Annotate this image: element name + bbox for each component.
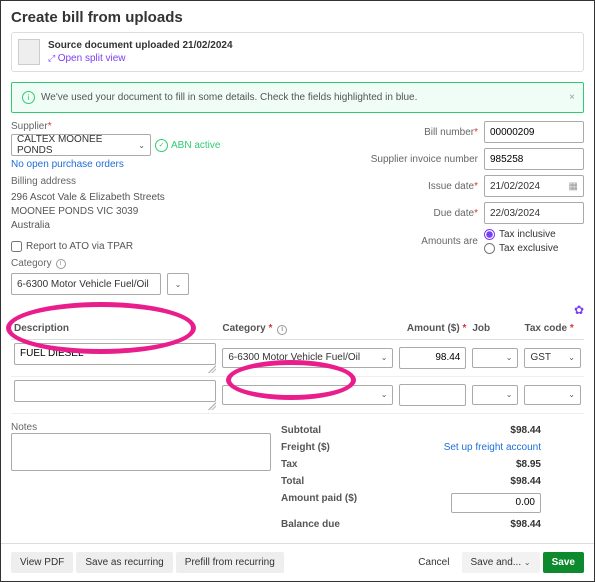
- addr-line: Australia: [11, 219, 344, 233]
- chevron-down-icon: ⌄: [381, 390, 388, 399]
- amount-input[interactable]: [399, 384, 466, 406]
- chevron-down-icon: ⌄: [381, 353, 388, 362]
- notes-label: Notes: [11, 422, 271, 433]
- issue-date-label: Issue date: [364, 181, 478, 192]
- cancel-button[interactable]: Cancel: [409, 552, 458, 573]
- tax-inclusive-label: Tax inclusive: [499, 229, 556, 240]
- view-pdf-button[interactable]: View PDF: [11, 552, 73, 573]
- tpar-checkbox[interactable]: Report to ATO via TPAR: [11, 241, 344, 252]
- tax-value: GST: [530, 352, 551, 363]
- chevron-down-icon: ⌄: [506, 353, 513, 362]
- chevron-down-icon: ⌄: [524, 558, 531, 567]
- job-select[interactable]: ⌄: [472, 385, 518, 405]
- supplier-select[interactable]: CALTEX MOONEE PONDS ⌄: [11, 134, 151, 156]
- save-as-recurring-button[interactable]: Save as recurring: [76, 552, 172, 573]
- chevron-down-icon: ⌄: [175, 280, 182, 289]
- tax-inclusive-radio[interactable]: Tax inclusive: [484, 229, 584, 240]
- issue-date-input[interactable]: 21/02/2024 ▦: [484, 175, 584, 197]
- due-date-label: Due date: [364, 208, 478, 219]
- chevron-down-icon: ⌄: [568, 353, 575, 362]
- gear-icon[interactable]: ✿: [11, 303, 584, 317]
- tax-select[interactable]: GST ⌄: [524, 348, 581, 368]
- tax-exclusive-label: Tax exclusive: [499, 243, 558, 254]
- balance-due-label: Balance due: [281, 519, 340, 530]
- abn-active-badge: ABN active: [155, 139, 220, 152]
- line-items-table: Description Category i Amount ($) Job Ta…: [11, 319, 584, 414]
- category-value: 6-6300 Motor Vehicle Fuel/Oil: [17, 279, 149, 290]
- notice-text: We've used your document to fill in some…: [41, 92, 417, 103]
- col-description: Description: [11, 319, 219, 339]
- save-and-button[interactable]: Save and... ⌄: [462, 552, 540, 573]
- subtotal-value: $98.44: [510, 425, 541, 436]
- billing-address: 296 Ascot Vale & Elizabeth Streets MOONE…: [11, 191, 344, 233]
- info-icon: i: [22, 91, 35, 104]
- supplier-invoice-input[interactable]: [484, 148, 584, 170]
- line-category-select[interactable]: ⌄: [222, 385, 393, 405]
- amount-input[interactable]: [399, 347, 466, 369]
- line-category-value: 6-6300 Motor Vehicle Fuel/Oil: [228, 352, 360, 363]
- due-date-input[interactable]: 22/03/2024: [484, 202, 584, 224]
- balance-due-value: $98.44: [510, 519, 541, 530]
- addr-line: MOONEE PONDS VIC 3039: [11, 205, 344, 219]
- no-open-po-link[interactable]: No open purchase orders: [11, 159, 124, 170]
- col-job: Job: [469, 319, 521, 339]
- chevron-down-icon: ⌄: [506, 390, 513, 399]
- freight-label: Freight ($): [281, 442, 330, 453]
- info-icon[interactable]: i: [277, 325, 287, 335]
- chevron-down-icon: ⌄: [138, 141, 145, 150]
- info-notice: i We've used your document to fill in so…: [11, 82, 584, 113]
- billing-address-label: Billing address: [11, 176, 344, 187]
- prefill-from-recurring-button[interactable]: Prefill from recurring: [176, 552, 284, 573]
- category-dropdown-button[interactable]: ⌄: [167, 273, 189, 295]
- tax-value: $8.95: [516, 459, 541, 470]
- source-document-box: Source document uploaded 21/02/2024 Open…: [11, 32, 584, 72]
- amounts-are-label: Amounts are: [364, 236, 478, 247]
- total-label: Total: [281, 476, 304, 487]
- description-input[interactable]: [14, 343, 216, 365]
- subtotal-label: Subtotal: [281, 425, 321, 436]
- table-row: ⌄ ⌄ ⌄: [11, 376, 584, 413]
- document-thumbnail: [18, 39, 40, 65]
- open-split-view-link[interactable]: Open split view: [48, 53, 233, 64]
- page-title: Create bill from uploads: [11, 9, 584, 26]
- due-date-value: 22/03/2024: [490, 208, 540, 219]
- category-label: Category: [11, 258, 52, 269]
- category-select[interactable]: 6-6300 Motor Vehicle Fuel/Oil: [11, 273, 161, 295]
- bill-number-label: Bill number: [364, 127, 478, 138]
- tax-label: Tax: [281, 459, 298, 470]
- footer-toolbar: View PDF Save as recurring Prefill from …: [1, 543, 594, 581]
- supplier-label: Supplier: [11, 121, 344, 132]
- notes-textarea[interactable]: [11, 433, 271, 471]
- calendar-icon: ▦: [569, 181, 578, 192]
- save-button[interactable]: Save: [543, 552, 584, 573]
- issue-date-value: 21/02/2024: [490, 181, 540, 192]
- amount-paid-input[interactable]: [451, 493, 541, 513]
- total-value: $98.44: [510, 476, 541, 487]
- tax-exclusive-radio[interactable]: Tax exclusive: [484, 243, 584, 254]
- bill-number-input[interactable]: [484, 121, 584, 143]
- col-category: Category i: [219, 319, 396, 339]
- document-title: Source document uploaded 21/02/2024: [48, 40, 233, 51]
- amount-paid-label: Amount paid ($): [281, 493, 357, 513]
- supplier-value: CALTEX MOONEE PONDS: [17, 134, 138, 156]
- close-icon[interactable]: ×: [569, 92, 575, 103]
- tax-select[interactable]: ⌄: [524, 385, 581, 405]
- info-icon[interactable]: i: [56, 259, 66, 269]
- col-tax: Tax code: [521, 319, 584, 339]
- chevron-down-icon: ⌄: [568, 390, 575, 399]
- job-select[interactable]: ⌄: [472, 348, 518, 368]
- col-amount: Amount ($): [396, 319, 469, 339]
- description-input[interactable]: [14, 380, 216, 402]
- tpar-label: Report to ATO via TPAR: [26, 241, 133, 252]
- supplier-invoice-label: Supplier invoice number: [364, 154, 478, 165]
- tpar-checkbox-input[interactable]: [11, 241, 22, 252]
- table-row: 6-6300 Motor Vehicle Fuel/Oil ⌄ ⌄ GST ⌄: [11, 339, 584, 376]
- addr-line: 296 Ascot Vale & Elizabeth Streets: [11, 191, 344, 205]
- freight-setup-link[interactable]: Set up freight account: [444, 442, 541, 453]
- line-category-select[interactable]: 6-6300 Motor Vehicle Fuel/Oil ⌄: [222, 348, 393, 368]
